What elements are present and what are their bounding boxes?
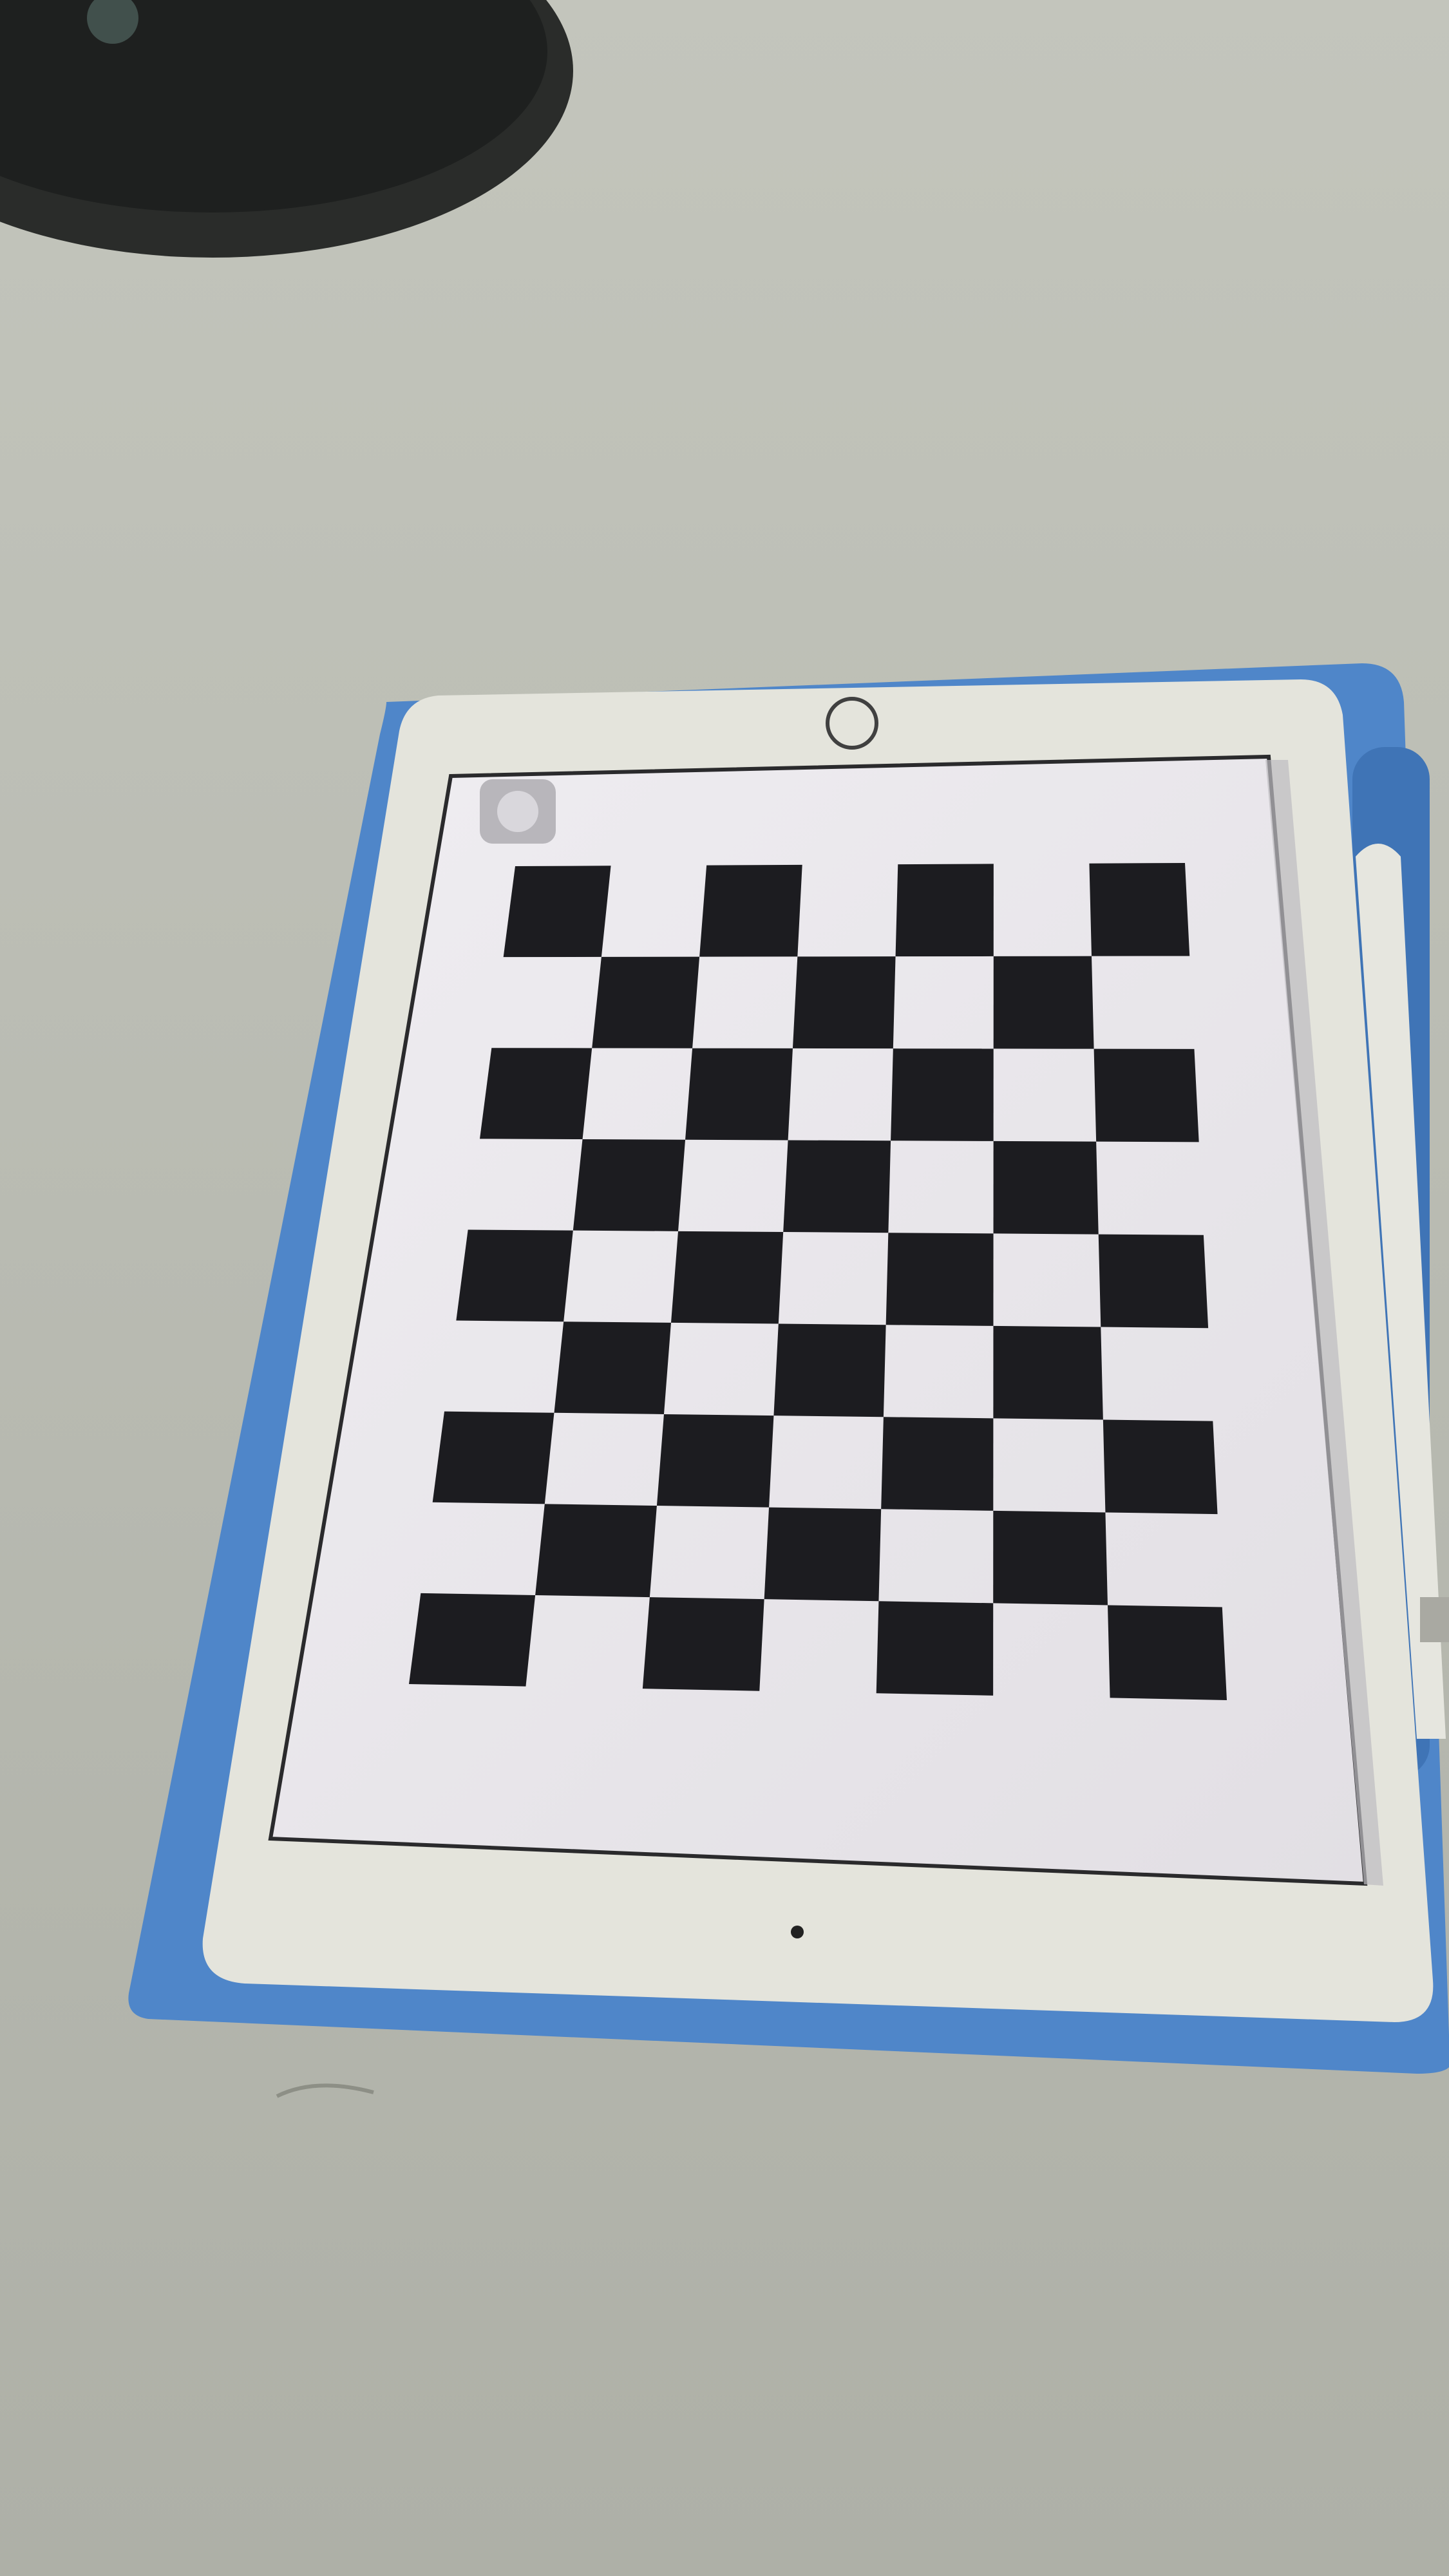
checker-square bbox=[592, 956, 700, 1048]
checker-square bbox=[432, 1411, 554, 1504]
checker-square bbox=[993, 1141, 1099, 1235]
checker-square bbox=[1108, 1605, 1227, 1700]
checker-square bbox=[503, 866, 611, 958]
checker-square bbox=[573, 1139, 686, 1231]
checker-square bbox=[685, 1048, 793, 1141]
checker-square bbox=[993, 1325, 1103, 1420]
checker-square bbox=[783, 1140, 891, 1233]
checker-square bbox=[480, 1048, 592, 1140]
checker-square bbox=[456, 1229, 573, 1322]
photo-scene bbox=[0, 0, 1449, 2576]
checker-square bbox=[1098, 1234, 1209, 1329]
checker-square bbox=[656, 1414, 774, 1508]
checker-square bbox=[642, 1597, 764, 1691]
checker-square bbox=[409, 1593, 536, 1687]
checker-square bbox=[670, 1231, 784, 1324]
camera-dot bbox=[791, 1926, 804, 1938]
checker-square bbox=[554, 1321, 671, 1414]
checker-square bbox=[764, 1507, 882, 1602]
checker-square bbox=[535, 1504, 657, 1598]
checker-square bbox=[993, 1510, 1108, 1605]
checker-square bbox=[773, 1323, 886, 1417]
checker-square bbox=[699, 864, 802, 957]
checker-square bbox=[1089, 863, 1190, 956]
checker-square bbox=[895, 864, 994, 957]
checker-square bbox=[881, 1417, 994, 1511]
checker-square bbox=[891, 1048, 994, 1141]
checker-square bbox=[1103, 1419, 1218, 1515]
checker-square bbox=[886, 1233, 994, 1326]
checker-square bbox=[1094, 1048, 1199, 1142]
checker-square bbox=[792, 956, 896, 1049]
photo-svg bbox=[0, 0, 1449, 2576]
checker-square bbox=[993, 956, 1094, 1049]
assistive-touch-icon[interactable] bbox=[480, 779, 556, 844]
checker-square bbox=[876, 1601, 994, 1696]
